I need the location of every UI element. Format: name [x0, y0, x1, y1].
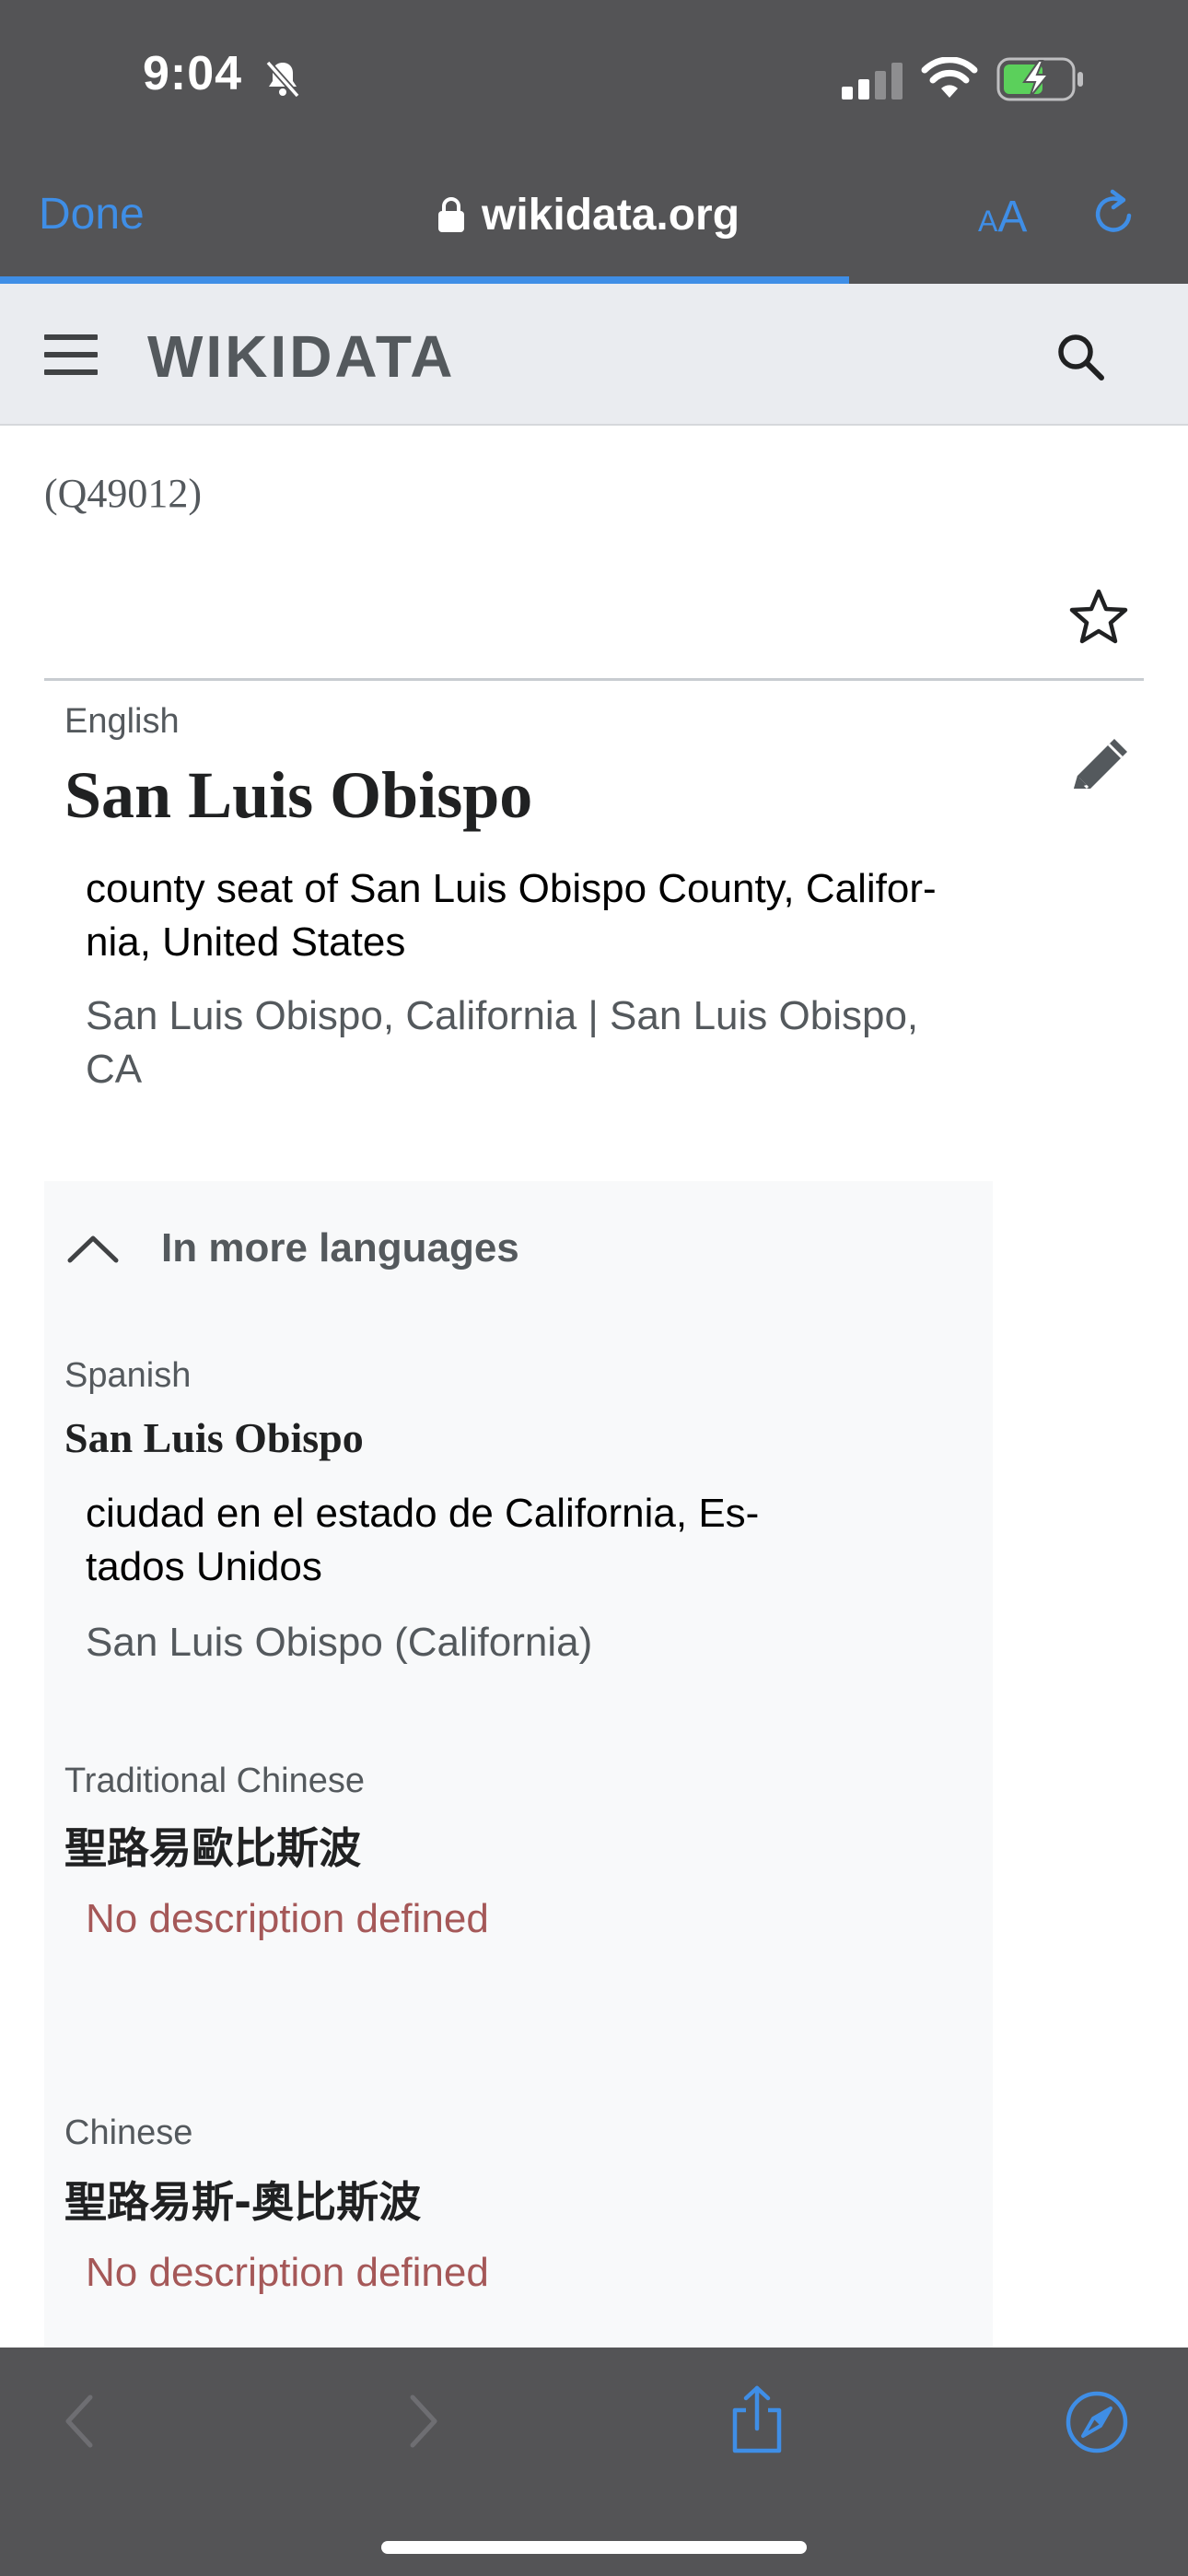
item-description-line: nia, United States [86, 919, 406, 965]
language-label-chinese: Chinese [64, 2113, 193, 2152]
forward-arrow-icon[interactable] [405, 2392, 442, 2451]
language-label-spanish: Spanish [64, 1356, 192, 1395]
chevron-up-icon[interactable] [66, 1233, 120, 1264]
pencil-edit-icon[interactable] [1066, 732, 1136, 802]
address-bar[interactable]: wikidata.org [437, 187, 740, 242]
page-load-progress [0, 276, 850, 284]
star-watch-icon[interactable] [1068, 588, 1129, 645]
traditional-chinese-description: No description defined [86, 1896, 489, 1941]
item-id: (Q49012) [44, 471, 203, 516]
spanish-label: San Luis Obispo [64, 1414, 364, 1461]
wikidata-logo[interactable]: WIKIDATA [147, 322, 455, 391]
url-text: wikidata.org [482, 190, 740, 240]
bell-slash-icon [265, 60, 300, 99]
text-size-large-letter: A [997, 193, 1028, 241]
item-description-line: county seat of San Luis Obispo County, C… [86, 866, 937, 911]
spanish-aliases: San Luis Obispo (California) [86, 1620, 593, 1665]
done-button[interactable]: Done [39, 189, 145, 240]
wifi-icon [921, 57, 978, 98]
language-label-traditional-chinese: Traditional Chinese [64, 1762, 365, 1800]
item-description: county seat of San Luis Obispo County, C… [86, 862, 988, 969]
battery-charging-icon [996, 57, 1083, 101]
divider [44, 678, 1144, 681]
compass-icon[interactable] [1065, 2390, 1129, 2454]
chinese-label: 聖路易斯-奧比斯波 [64, 2177, 422, 2227]
text-size-icon[interactable]: AA [978, 192, 1027, 242]
item-label: San Luis Obispo [64, 758, 533, 832]
lock-icon [438, 197, 464, 232]
share-icon[interactable] [728, 2384, 786, 2454]
text-size-small-letter: A [978, 205, 998, 238]
status-time: 9:04 [143, 47, 243, 100]
item-aliases-line: San Luis Obispo, California | San Luis O… [86, 993, 919, 1038]
wikidata-header: WIKIDATA [0, 284, 1188, 426]
item-aliases: San Luis Obispo, California | San Luis O… [86, 989, 988, 1096]
chinese-description: No description defined [86, 2250, 489, 2295]
search-icon[interactable] [1055, 332, 1107, 383]
back-arrow-icon[interactable] [61, 2392, 98, 2451]
spanish-description-line: tados Unidos [86, 1544, 322, 1589]
spanish-description: ciudad en el estado de California, Es- t… [86, 1487, 822, 1594]
reload-icon[interactable] [1089, 188, 1140, 240]
more-languages-toggle[interactable]: In more languages [161, 1225, 519, 1271]
language-label-english: English [64, 702, 180, 741]
traditional-chinese-label: 聖路易歐比斯波 [64, 1823, 361, 1873]
hamburger-menu-icon[interactable] [44, 334, 98, 375]
spanish-description-line: ciudad en el estado de California, Es- [86, 1491, 760, 1536]
item-aliases-line: CA [86, 1047, 143, 1092]
cellular-signal-icon [842, 63, 903, 100]
home-indicator [381, 2541, 807, 2554]
